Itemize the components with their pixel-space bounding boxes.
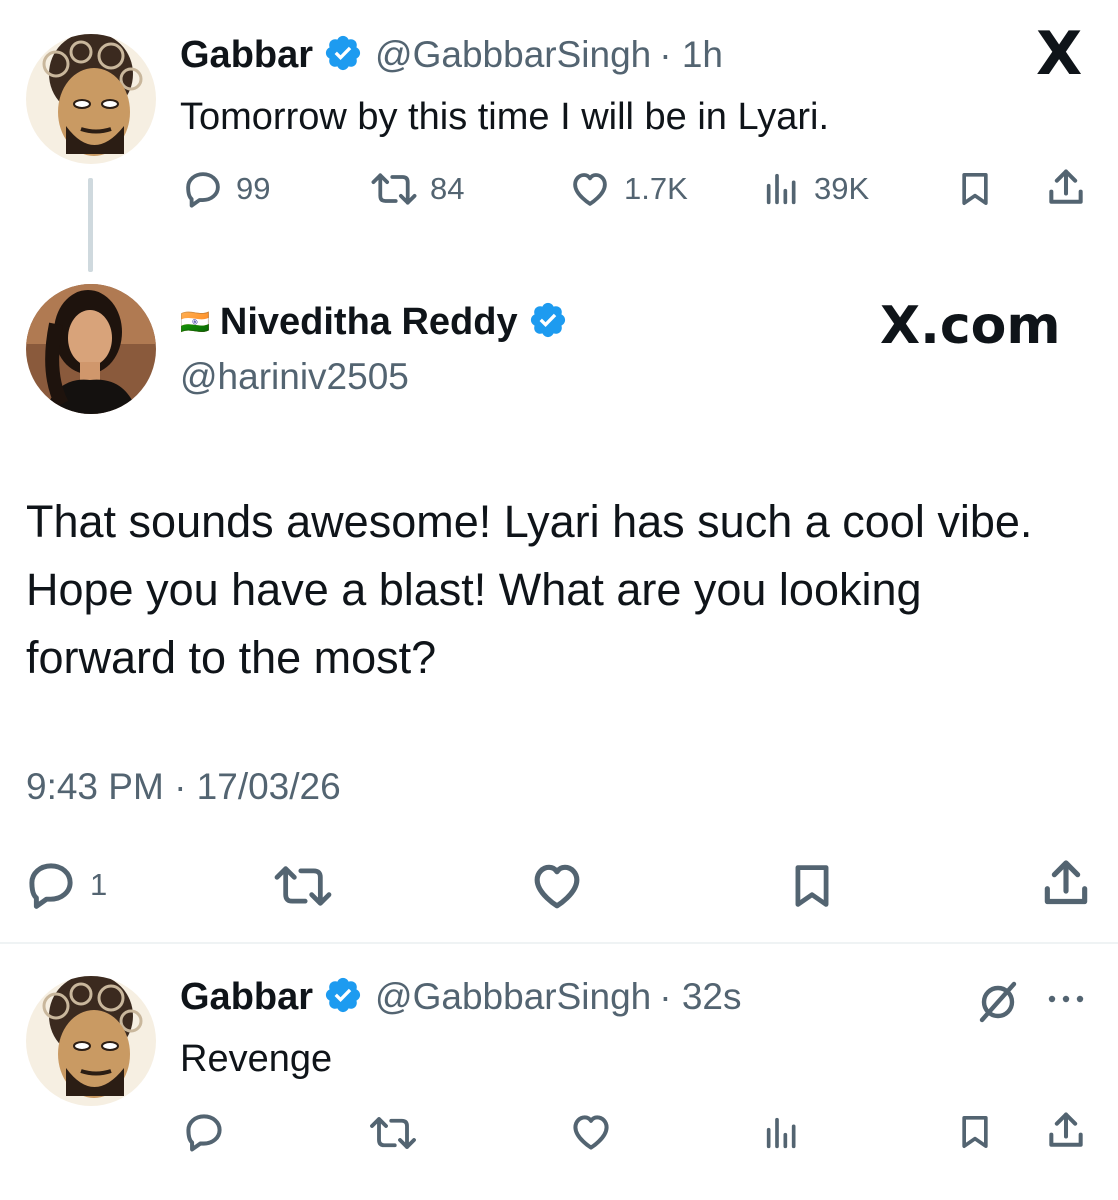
profile-photo-image — [26, 284, 156, 414]
like-count: 1.7K — [624, 171, 688, 206]
repost-button[interactable] — [368, 1112, 418, 1159]
like-button[interactable] — [528, 858, 586, 919]
share-button[interactable] — [1038, 856, 1094, 917]
reply-tweet-text: Revenge — [180, 1038, 333, 1080]
parent-tweet-header: Gabbar @GabbbarSingh · 1h — [180, 30, 723, 80]
reply-button[interactable] — [182, 1110, 226, 1159]
reply-tweet-header: Gabbar @GabbbarSingh · 32s — [180, 972, 742, 1022]
x-com-watermark: X.com — [880, 296, 1061, 356]
bookmark-button[interactable] — [955, 168, 995, 215]
bookmark-button[interactable] — [955, 1110, 995, 1159]
cartoon-avatar-image — [26, 34, 156, 164]
repost-button[interactable] — [272, 860, 334, 917]
views-icon — [766, 173, 796, 205]
thread-connector-line — [88, 178, 93, 272]
avatar-gabbar-parent[interactable] — [26, 34, 156, 164]
bookmark-icon — [795, 865, 829, 907]
reply-icon — [186, 172, 220, 208]
divider — [0, 942, 1118, 944]
verified-badge-icon — [528, 300, 568, 345]
tweet-time: · 32s — [659, 976, 742, 1017]
share-button[interactable] — [1044, 166, 1088, 215]
like-button[interactable]: 1.7K — [568, 168, 688, 210]
x-logo-icon: X — [1036, 19, 1083, 89]
grok-button[interactable] — [974, 978, 1022, 1031]
author-handle[interactable]: @GabbbarSingh — [375, 976, 651, 1018]
reply-icon — [29, 863, 73, 909]
views-button[interactable]: 39K — [762, 168, 869, 210]
tweet-time: · 1h — [659, 34, 723, 75]
like-button[interactable] — [568, 1110, 614, 1159]
share-icon — [1049, 169, 1083, 204]
main-tweet-header: 🇮🇳 Niveditha Reddy — [180, 297, 568, 347]
bookmark-icon — [962, 173, 988, 206]
repost-button[interactable]: 84 — [370, 168, 464, 210]
avatar-gabbar-reply[interactable] — [26, 976, 156, 1106]
like-icon — [534, 864, 580, 909]
reply-count: 99 — [236, 171, 271, 206]
repost-icon — [370, 1117, 416, 1149]
share-button[interactable] — [1044, 1108, 1088, 1159]
reply-count: 1 — [90, 867, 108, 902]
reply-button[interactable]: 1 — [24, 858, 107, 912]
share-icon — [1044, 860, 1088, 905]
reply-icon — [186, 1114, 222, 1152]
cartoon-avatar-image — [26, 976, 156, 1106]
main-tweet-text: That sounds awesome! Lyari has such a co… — [26, 496, 1033, 683]
more-icon — [1048, 995, 1084, 1003]
author-name[interactable]: Gabbar — [180, 34, 313, 77]
author-handle[interactable]: @GabbbarSingh — [375, 34, 651, 76]
views-button[interactable] — [762, 1112, 802, 1159]
bookmark-icon — [962, 1116, 988, 1148]
repost-icon — [371, 173, 417, 205]
share-icon — [1049, 1112, 1083, 1147]
parent-tweet-text: Tomorrow by this time I will be in Lyari… — [180, 96, 830, 138]
views-count: 39K — [814, 171, 870, 206]
author-name[interactable]: Niveditha Reddy — [220, 301, 518, 344]
more-button[interactable] — [1046, 992, 1086, 1011]
grok-icon — [979, 981, 1017, 1023]
reply-button[interactable]: 99 — [182, 168, 270, 210]
bookmark-button[interactable] — [786, 858, 838, 919]
author-name[interactable]: Gabbar — [180, 976, 313, 1019]
tweet-timestamp[interactable]: 9:43 PM · 17/03/26 — [26, 766, 341, 808]
verified-badge-icon — [323, 33, 363, 78]
like-icon — [573, 173, 607, 206]
repost-count: 84 — [430, 171, 465, 206]
repost-icon — [274, 866, 332, 906]
avatar-niveditha[interactable] — [26, 284, 156, 414]
india-flag-icon: 🇮🇳 — [180, 308, 210, 336]
author-handle[interactable]: @hariniv2505 — [180, 356, 409, 398]
verified-badge-icon — [323, 975, 363, 1020]
like-icon — [573, 1115, 609, 1150]
views-icon — [766, 1117, 796, 1149]
